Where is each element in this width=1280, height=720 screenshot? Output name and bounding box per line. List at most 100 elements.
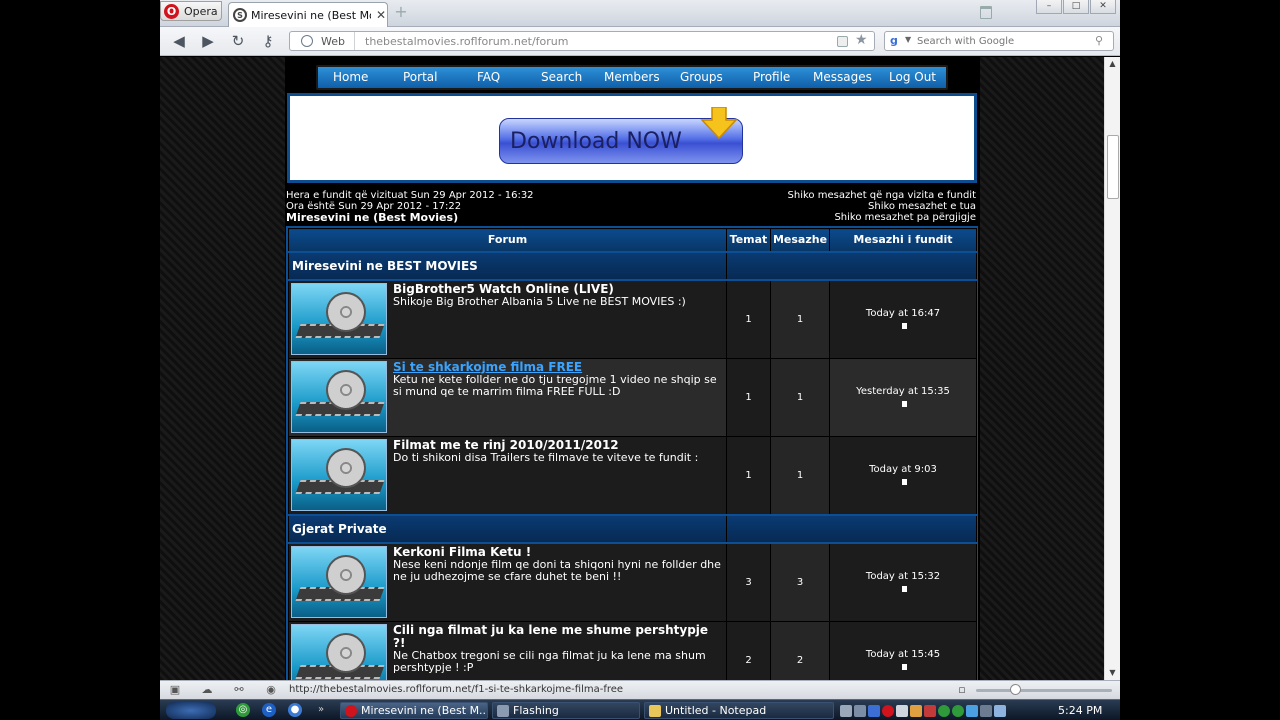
last-post-author[interactable] — [830, 661, 976, 671]
nav-log-out[interactable]: Log Out — [889, 70, 936, 84]
task-notepad[interactable]: Untitled - Notepad — [644, 702, 834, 719]
tab-close-icon[interactable]: ✕ — [375, 8, 387, 22]
download-now-button[interactable]: Download NOW — [499, 107, 743, 164]
category-title[interactable]: Gjerat Private — [288, 513, 727, 544]
zoom-slider-handle[interactable] — [1010, 684, 1021, 695]
bookmark-star-icon[interactable]: ★ — [855, 32, 868, 48]
turbo-icon[interactable]: ◉ — [264, 683, 278, 697]
tray-security-icon[interactable] — [910, 704, 922, 717]
last-post-author[interactable] — [830, 320, 976, 330]
opera-menu-label: Opera — [184, 4, 218, 18]
tray-volume-icon[interactable] — [896, 704, 908, 717]
tray-green-icon[interactable] — [938, 704, 950, 717]
forum-title[interactable]: BigBrother5 Watch Online (LIVE) — [393, 282, 721, 296]
maximize-button[interactable]: □ — [1063, 0, 1089, 14]
last-post: Today at 16:47 — [829, 279, 977, 359]
go-to-post-icon[interactable] — [902, 585, 907, 592]
forum-title[interactable]: Cili nga filmat ju ka lene me shume pers… — [393, 623, 721, 650]
forum-title[interactable]: Si te shkarkojme filma FREE — [393, 360, 721, 374]
task-opera-window[interactable]: Miresevini ne (Best M... — [340, 702, 488, 719]
trash-icon[interactable] — [980, 6, 992, 19]
download-arrow-icon — [700, 107, 738, 139]
go-to-post-icon[interactable] — [902, 478, 907, 485]
forum-description: Ketu ne kete follder ne do tju tregojme … — [393, 372, 717, 398]
nav-home[interactable]: Home — [333, 70, 368, 84]
tray-update-icon[interactable] — [952, 704, 964, 717]
tray-display-icon[interactable] — [854, 704, 866, 717]
address-field[interactable]: Web thebestalmovies.roflforum.net/forum … — [289, 31, 875, 51]
tray-power-icon[interactable] — [980, 704, 992, 717]
zoom-slider[interactable] — [976, 689, 1112, 692]
quicklaunch-more-icon[interactable]: » — [314, 703, 328, 717]
search-input[interactable] — [917, 33, 1087, 49]
last-post-author[interactable] — [830, 398, 976, 408]
address-url[interactable]: thebestalmovies.roflforum.net/forum — [365, 35, 568, 48]
nav-search[interactable]: Search — [541, 70, 582, 84]
quicklaunch-green-icon[interactable]: ◎ — [236, 703, 250, 717]
nav-messages[interactable]: Messages — [813, 70, 872, 84]
last-visit-text: Hera e fundit që vizituat Sun 29 Apr 201… — [286, 190, 534, 201]
taskbar-clock[interactable]: 5:24 PM — [1058, 704, 1102, 717]
search-engine-dropdown-icon[interactable]: ▼ — [905, 35, 911, 44]
browser-tab[interactable]: S Miresevini ne (Best Mov... ✕ — [228, 2, 388, 27]
forum-index-table: Forum Temat Mesazhe Mesazhi i fundit Mir… — [288, 228, 977, 680]
wand-key-icon[interactable]: ⚷ — [258, 32, 278, 50]
close-window-button[interactable]: ✕ — [1090, 0, 1116, 14]
nav-faq[interactable]: FAQ — [477, 70, 500, 84]
tray-opera-icon[interactable] — [882, 704, 894, 717]
search-icon[interactable]: ⚲ — [1095, 34, 1103, 47]
go-to-post-icon[interactable] — [902, 322, 907, 329]
forum-title[interactable]: Filmat me te rinj 2010/2011/2012 — [393, 438, 721, 452]
nav-profile[interactable]: Profile — [753, 70, 790, 84]
nav-members[interactable]: Members — [604, 70, 660, 84]
quicklaunch-ie-icon[interactable]: e — [262, 703, 276, 717]
tray-bluetooth-icon[interactable] — [868, 704, 880, 717]
last-post: Today at 15:45 — [829, 620, 977, 680]
tray-wifi-icon[interactable] — [994, 704, 1006, 717]
opera-link-icon[interactable]: ⚯ — [232, 683, 246, 697]
opera-menu-button[interactable]: O Opera — [160, 1, 222, 21]
forum-row: Kerkoni Filma Ketu ! Nese keni ndonje fi… — [288, 542, 977, 622]
last-post-author[interactable] — [830, 583, 976, 593]
letterbox-right — [1120, 0, 1280, 720]
forum-description: Nese keni ndonje film qe doni ta shiqoni… — [393, 557, 721, 583]
forward-icon[interactable]: ▶ — [198, 32, 218, 50]
tab-bar: O Opera S Miresevini ne (Best Mov... ✕ +… — [160, 0, 1120, 27]
quicklaunch-app-icon[interactable]: ● — [288, 703, 302, 717]
last-post-time: Today at 15:32 — [865, 571, 941, 582]
new-tab-icon[interactable]: + — [394, 4, 408, 20]
link-unanswered-posts[interactable]: Shiko mesazhet pa përgjigje — [735, 212, 976, 223]
back-icon[interactable]: ◀ — [169, 32, 189, 50]
forum-title[interactable]: Kerkoni Filma Ketu ! — [393, 545, 721, 559]
column-header-forum: Forum — [288, 228, 727, 252]
tray-messenger-icon[interactable] — [966, 704, 978, 717]
tray-antivirus-icon[interactable] — [924, 704, 936, 717]
ad-banner-frame: Download NOW — [290, 96, 974, 180]
category-title[interactable]: Miresevini ne BEST MOVIES — [288, 250, 727, 281]
tray-network-icon[interactable] — [840, 704, 852, 717]
rss-feed-icon[interactable] — [837, 36, 848, 47]
last-post: Today at 9:03 — [829, 435, 977, 515]
forum-table-wrapper: Forum Temat Mesazhe Mesazhi i fundit Mir… — [286, 226, 978, 680]
start-button[interactable] — [166, 702, 216, 719]
opera-logo-icon: O — [164, 3, 179, 19]
zoom-view-icon[interactable]: ▫ — [955, 683, 969, 697]
link-your-posts[interactable]: Shiko mesazhet e tua — [735, 201, 976, 212]
scroll-down-icon[interactable]: ▼ — [1105, 666, 1120, 680]
posts-count: 2 — [770, 620, 830, 680]
go-to-post-icon[interactable] — [902, 400, 907, 407]
vertical-scrollbar[interactable]: ▲ ▼ — [1104, 57, 1120, 680]
minimize-button[interactable]: – — [1036, 0, 1062, 14]
nav-portal[interactable]: Portal — [403, 70, 437, 84]
panel-toggle-icon[interactable]: ▣ — [168, 683, 182, 697]
last-post-author[interactable] — [830, 476, 976, 486]
go-to-post-icon[interactable] — [902, 663, 907, 670]
search-box[interactable]: g ▼ ⚲ — [884, 31, 1114, 51]
reload-icon[interactable]: ↻ — [228, 32, 248, 50]
link-new-posts[interactable]: Shiko mesazhet që nga vizita e fundit — [735, 190, 976, 201]
opera-unite-icon[interactable]: ☁ — [200, 683, 214, 697]
scrollbar-thumb[interactable] — [1107, 135, 1119, 199]
nav-groups[interactable]: Groups — [680, 70, 723, 84]
task-flashing[interactable]: Flashing — [492, 702, 640, 719]
scroll-up-icon[interactable]: ▲ — [1105, 57, 1120, 71]
